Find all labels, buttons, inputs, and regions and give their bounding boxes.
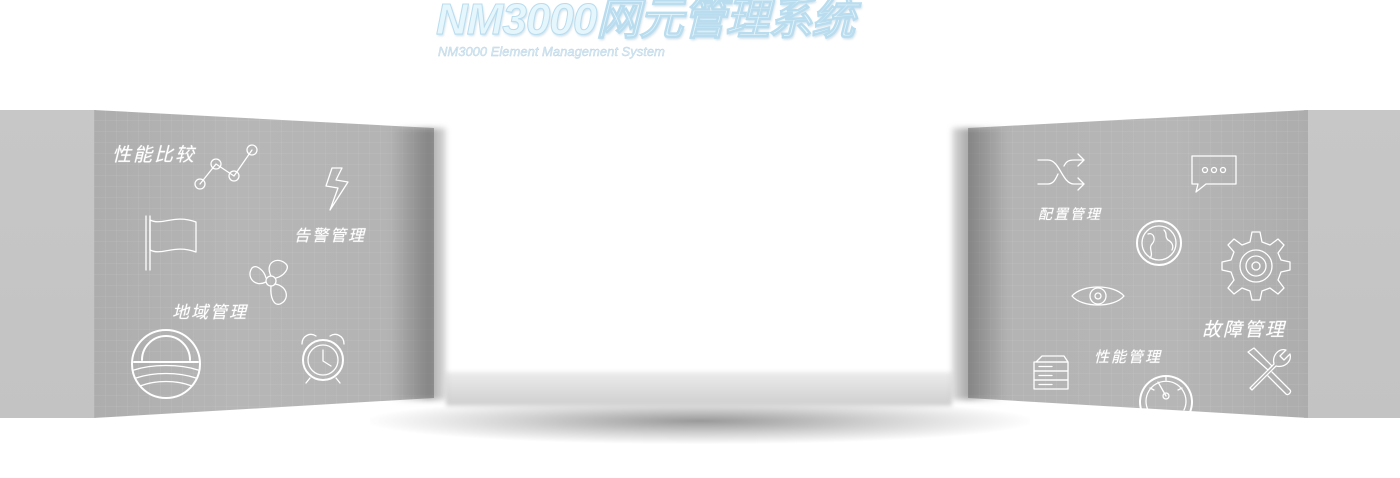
label-alarm-management[interactable]: 告警管理 (294, 222, 366, 246)
flag-icon (140, 212, 202, 274)
globe-icon (1134, 218, 1184, 268)
right-wing-edge (1304, 110, 1400, 418)
app-title: NM3000网元管理系统 (435, 0, 855, 44)
label-region-management[interactable]: 地域管理 (172, 298, 248, 323)
tools-icon (1242, 342, 1298, 398)
right-panel-shade (952, 128, 1008, 400)
sunrise-icon (128, 326, 204, 402)
gear-icon (1218, 228, 1294, 304)
left-wing-edge (0, 110, 96, 418)
app-header: NM3000网元管理系统 NM3000 Element Management S… (435, 0, 956, 70)
speedometer-icon (1136, 366, 1196, 414)
fan-icon (244, 254, 298, 308)
label-config-management[interactable]: 配置管理 (1038, 204, 1102, 224)
app-subtitle: NM3000 Element Management System (438, 44, 665, 59)
label-fault-management[interactable]: 故障管理 (1202, 315, 1286, 342)
shuffle-icon (1034, 150, 1088, 194)
lightning-icon (322, 166, 352, 212)
label-performance-compare[interactable]: 性能比较 (112, 140, 196, 167)
label-performance-management[interactable]: 性能管理 (1094, 346, 1162, 367)
left-panel-shade (390, 128, 446, 400)
stage-floor (446, 372, 952, 406)
chat-bubble-icon (1188, 152, 1240, 196)
eye-icon (1068, 280, 1128, 312)
alarm-clock-icon (298, 330, 348, 384)
server-icon (1030, 354, 1070, 394)
line-chart-icon (194, 140, 260, 192)
